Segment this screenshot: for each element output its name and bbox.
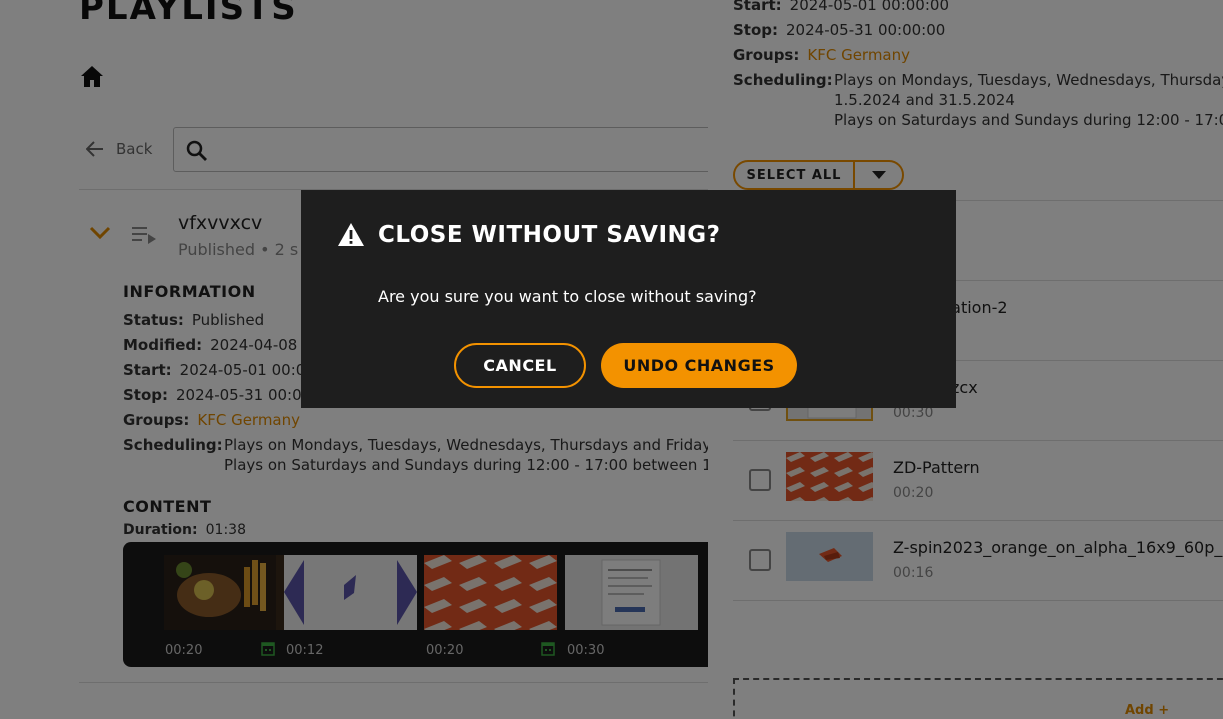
confirm-dialog: CLOSE WITHOUT SAVING? Are you sure you w… [301, 190, 956, 408]
dialog-message: Are you sure you want to close without s… [378, 287, 757, 306]
cancel-button[interactable]: CANCEL [454, 343, 586, 388]
undo-changes-button[interactable]: UNDO CHANGES [601, 343, 797, 388]
dialog-title: CLOSE WITHOUT SAVING? [378, 222, 721, 248]
warning-icon [338, 223, 364, 246]
